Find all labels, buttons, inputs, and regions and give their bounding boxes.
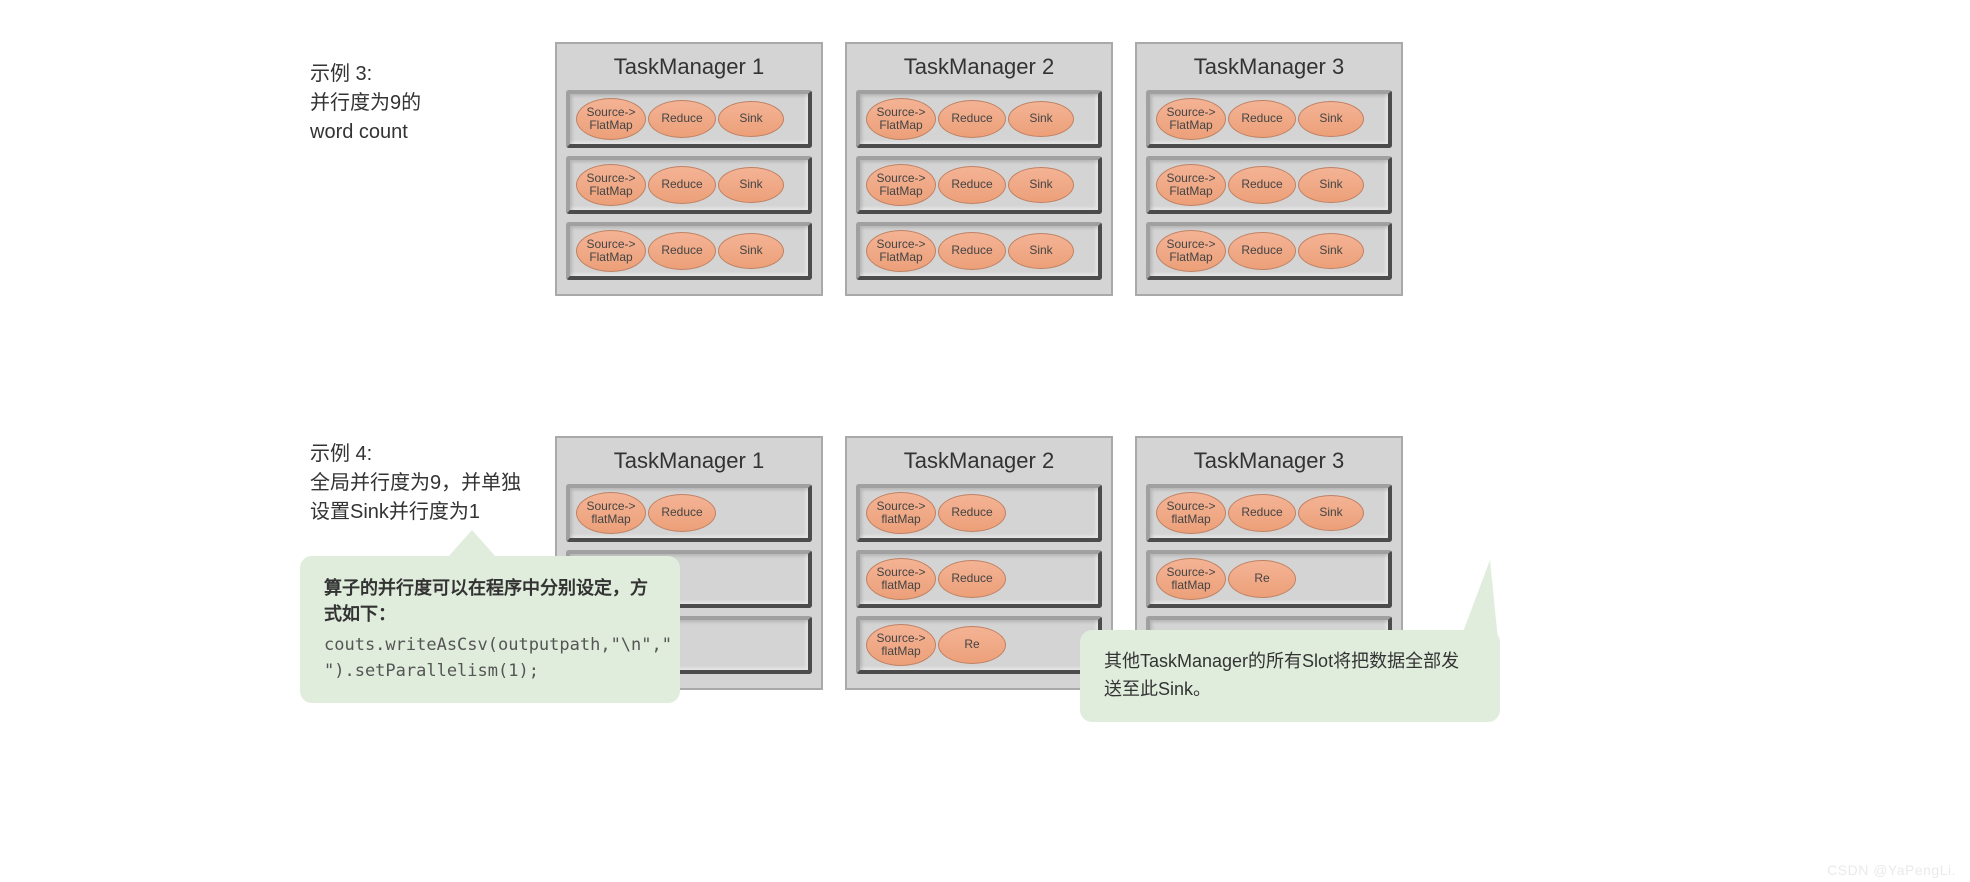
source-flatmap-op: Source-> FlatMap — [866, 164, 936, 206]
watermark: CSDN @YaPengLi. — [1827, 862, 1956, 878]
slot: Source-> FlatMapReduceSink — [1146, 156, 1392, 214]
reduce-op: Reduce — [938, 166, 1006, 204]
source-flatmap-op: Source-> flatMap — [866, 558, 936, 600]
task-manager-title: TaskManager 1 — [614, 438, 764, 480]
callout-1-title: 算子的并行度可以在程序中分别设定，方式如下： — [324, 574, 656, 626]
slot: Source-> FlatMapReduceSink — [566, 90, 812, 148]
example-3-row: TaskManager 1Source-> FlatMapReduceSinkS… — [555, 42, 1403, 296]
source-flatmap-op: Source-> FlatMap — [1156, 230, 1226, 272]
reduce-op: Reduce — [648, 100, 716, 138]
reduce-op: Reduce — [1228, 494, 1296, 532]
source-flatmap-op: Source-> FlatMap — [1156, 164, 1226, 206]
label-text: 示例 4: 全局并行度为9，并单独 设置Sink并行度为1 — [310, 443, 521, 523]
task-manager: TaskManager 3Source-> FlatMapReduceSinkS… — [1135, 42, 1403, 296]
callout-1-code: couts.writeAsCsv(outputpath,"\n"," ").se… — [324, 632, 656, 685]
sink-op: Sink — [1008, 101, 1074, 137]
sink-op: Sink — [1298, 101, 1364, 137]
reduce-op: Reduce — [1228, 232, 1296, 270]
callout-parallelism-code: 算子的并行度可以在程序中分别设定，方式如下： couts.writeAsCsv(… — [300, 556, 680, 703]
slot: Source-> flatMapReduce — [566, 484, 812, 542]
slot: Source-> flatMapRe — [1146, 550, 1392, 608]
sink-op: Sink — [1298, 495, 1364, 531]
slot: Source-> FlatMapReduceSink — [856, 222, 1102, 280]
reduce-op: Re — [938, 626, 1006, 664]
sink-op: Sink — [1008, 233, 1074, 269]
task-manager: TaskManager 2Source-> flatMapReduceSourc… — [845, 436, 1113, 690]
example-3-label: 示例 3: 并行度为9的 word count — [310, 60, 421, 147]
reduce-op: Reduce — [938, 232, 1006, 270]
callout-sink-note: 其他TaskManager的所有Slot将把数据全部发送至此Sink。 — [1080, 630, 1500, 722]
reduce-op: Reduce — [648, 494, 716, 532]
task-manager-title: TaskManager 3 — [1194, 44, 1344, 86]
reduce-op: Reduce — [648, 166, 716, 204]
callout-2-arrow — [1460, 560, 1498, 640]
slot: Source-> FlatMapReduceSink — [856, 156, 1102, 214]
sink-op: Sink — [1008, 167, 1074, 203]
task-manager: TaskManager 1Source-> FlatMapReduceSinkS… — [555, 42, 823, 296]
source-flatmap-op: Source-> FlatMap — [576, 164, 646, 206]
label-text: 示例 3: 并行度为9的 word count — [310, 63, 421, 143]
reduce-op: Reduce — [1228, 100, 1296, 138]
source-flatmap-op: Source-> FlatMap — [576, 98, 646, 140]
slot: Source-> FlatMapReduceSink — [1146, 222, 1392, 280]
slot: Source-> FlatMapReduceSink — [1146, 90, 1392, 148]
source-flatmap-op: Source-> flatMap — [1156, 492, 1226, 534]
source-flatmap-op: Source-> FlatMap — [1156, 98, 1226, 140]
reduce-op: Reduce — [938, 100, 1006, 138]
task-manager: TaskManager 2Source-> FlatMapReduceSinkS… — [845, 42, 1113, 296]
reduce-op: Reduce — [648, 232, 716, 270]
slot: Source-> flatMapReduceSink — [1146, 484, 1392, 542]
sink-op: Sink — [1298, 233, 1364, 269]
sink-op: Sink — [718, 233, 784, 269]
reduce-op: Reduce — [938, 560, 1006, 598]
sink-op: Sink — [718, 101, 784, 137]
slot: Source-> flatMapReduce — [856, 484, 1102, 542]
sink-op: Sink — [718, 167, 784, 203]
source-flatmap-op: Source-> FlatMap — [866, 98, 936, 140]
task-manager-title: TaskManager 2 — [904, 44, 1054, 86]
source-flatmap-op: Source-> FlatMap — [866, 230, 936, 272]
reduce-op: Reduce — [938, 494, 1006, 532]
task-manager-title: TaskManager 1 — [614, 44, 764, 86]
slot: Source-> FlatMapReduceSink — [566, 222, 812, 280]
slot: Source-> FlatMapReduceSink — [566, 156, 812, 214]
source-flatmap-op: Source-> flatMap — [1156, 558, 1226, 600]
source-flatmap-op: Source-> flatMap — [866, 492, 936, 534]
source-flatmap-op: Source-> flatMap — [866, 624, 936, 666]
source-flatmap-op: Source-> FlatMap — [576, 230, 646, 272]
slot: Source-> flatMapReduce — [856, 550, 1102, 608]
reduce-op: Reduce — [1228, 166, 1296, 204]
slot: Source-> FlatMapReduceSink — [856, 90, 1102, 148]
callout-2-text: 其他TaskManager的所有Slot将把数据全部发送至此Sink。 — [1104, 651, 1459, 699]
slot: Source-> flatMapRe — [856, 616, 1102, 674]
source-flatmap-op: Source-> flatMap — [576, 492, 646, 534]
task-manager-title: TaskManager 3 — [1194, 438, 1344, 480]
task-manager-title: TaskManager 2 — [904, 438, 1054, 480]
example-4-label: 示例 4: 全局并行度为9，并单独 设置Sink并行度为1 — [310, 440, 521, 527]
sink-op: Sink — [1298, 167, 1364, 203]
reduce-op: Re — [1228, 560, 1296, 598]
